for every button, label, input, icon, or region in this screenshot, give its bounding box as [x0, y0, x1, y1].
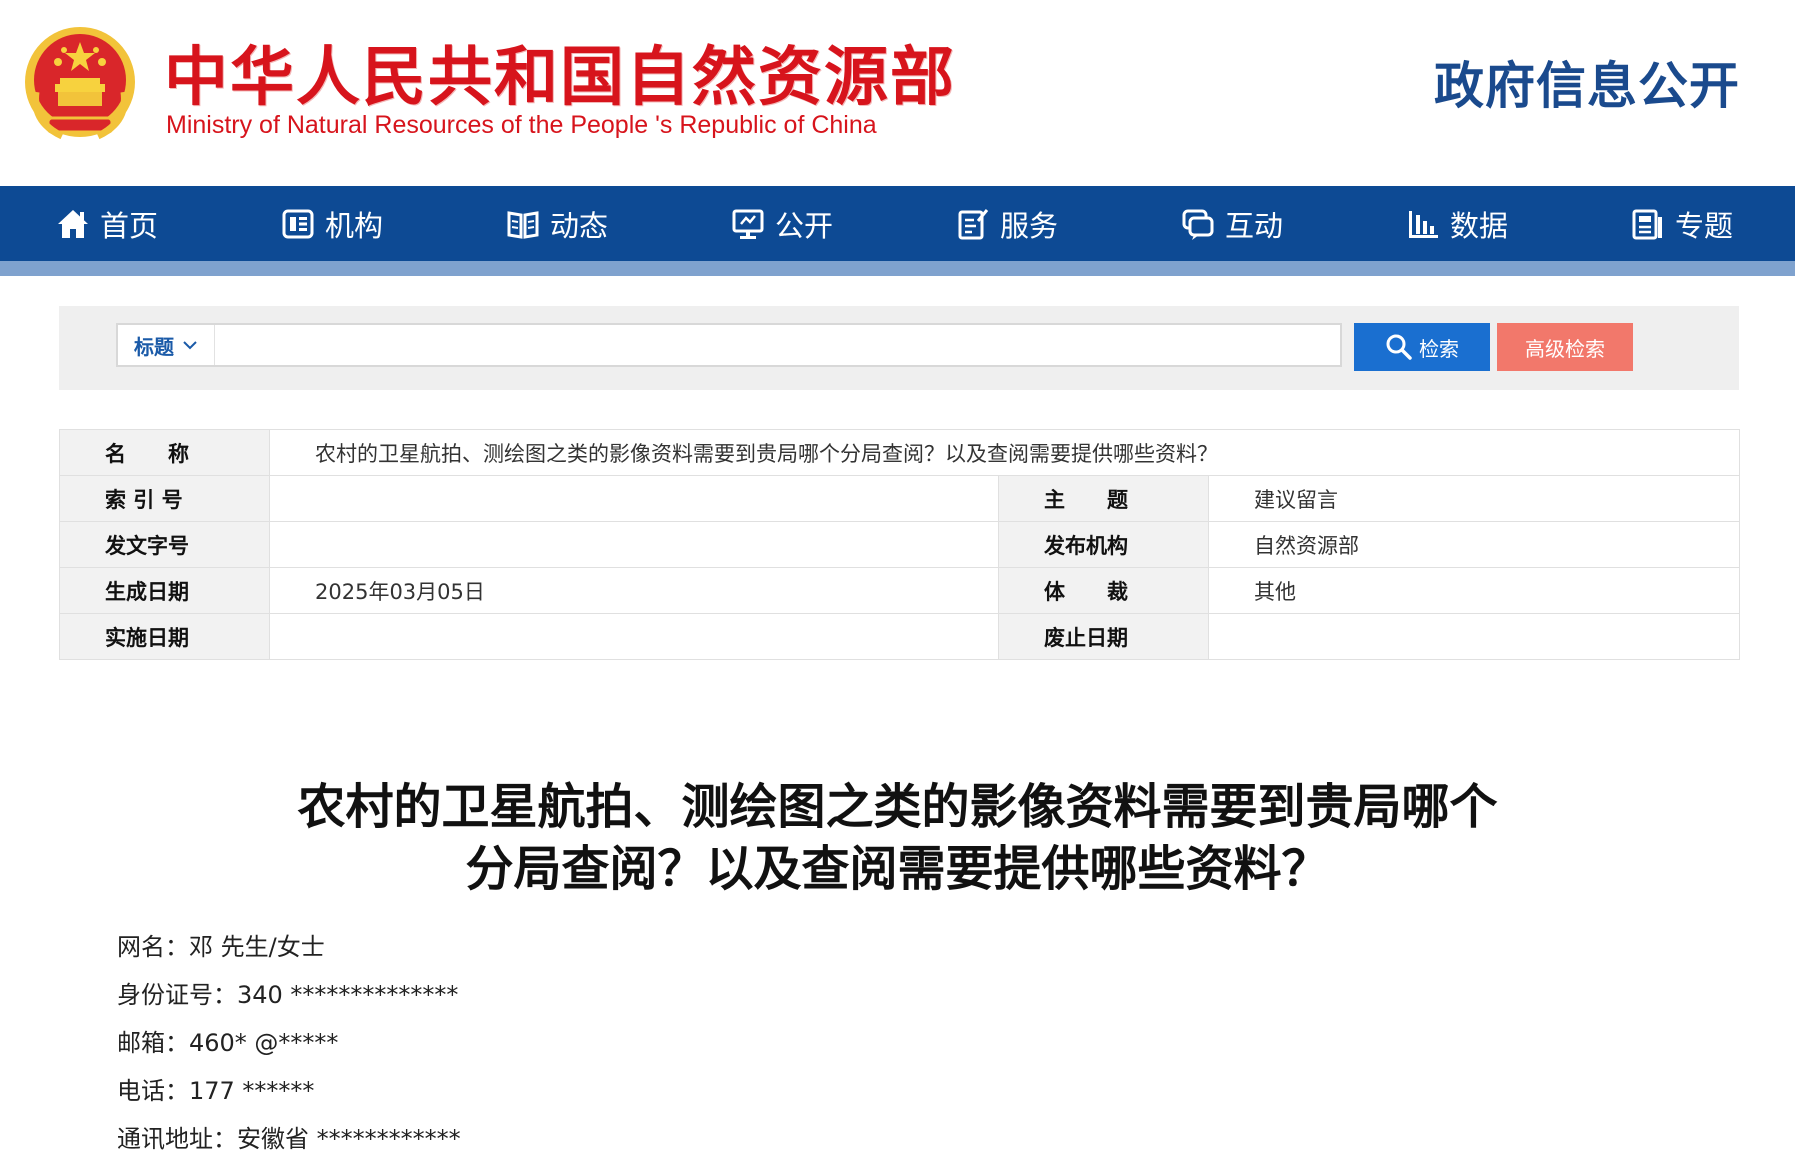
article-line-phone: 电话：177 ******: [117, 1077, 315, 1105]
meta-label-name: 名 称: [59, 429, 270, 476]
national-emblem-icon: [25, 27, 135, 140]
meta-label-topic: 主 题: [998, 475, 1209, 522]
nav-item-service[interactable]: 服务: [956, 186, 1058, 261]
site-header: 中华人民共和国自然资源部 Ministry of Natural Resourc…: [0, 0, 1795, 186]
meta-label-expire: 废止日期: [998, 613, 1209, 660]
nav-item-label: 专题: [1675, 208, 1734, 243]
article-title-line: 分局查阅？以及查阅需要提供哪些资料？: [465, 841, 1330, 897]
gov-info-open-title[interactable]: 政府信息公开: [1434, 46, 1740, 118]
article-line-nickname: 网名：邓 先生/女士: [117, 933, 325, 961]
bar-chart-icon: [1409, 210, 1438, 238]
meta-value-topic: 建议留言: [1207, 475, 1741, 522]
meta-label-index: 索 引 号: [59, 475, 270, 522]
meta-label-genre: 体 裁: [998, 567, 1209, 614]
home-icon: [58, 209, 88, 238]
meta-value-expire: [1207, 613, 1741, 660]
meta-value-effective: [269, 613, 999, 660]
meta-value-docno: [269, 521, 999, 568]
table-row: 发文字号 发布机构 自然资源部: [59, 521, 1741, 568]
meta-value-name: 农村的卫星航拍、测绘图之类的影像资料需要到贵局哪个分局查阅？以及查阅需要提供哪些…: [268, 429, 1741, 476]
meta-value-index: [269, 475, 999, 522]
search-box: 标题: [116, 323, 1342, 367]
nav-item-label: 动态: [550, 208, 609, 243]
chevron-down-icon: [183, 341, 197, 350]
nav-bottom-strip: [0, 261, 1795, 276]
nav-item-label: 首页: [100, 208, 159, 243]
nav-item-label: 公开: [775, 208, 834, 243]
meta-value-genre: 其他: [1207, 567, 1741, 614]
article-title-line: 农村的卫星航拍、测绘图之类的影像资料需要到贵局哪个: [297, 779, 1498, 835]
nav-item-interaction[interactable]: 互动: [1181, 186, 1283, 261]
article-body: 网名：邓 先生/女士 身份证号：340 ************** 邮箱：46…: [117, 930, 461, 1170]
article-line-email: 邮箱：460* @*****: [117, 1029, 339, 1057]
book-icon: [507, 210, 539, 239]
search-button[interactable]: 检索: [1354, 323, 1490, 371]
table-row: 生成日期 2025年03月05日 体 裁 其他: [59, 567, 1741, 614]
article-line-id-number: 身份证号：340 **************: [117, 981, 459, 1009]
search-button-label: 检索: [1419, 336, 1459, 361]
nav-item-topics[interactable]: 专题: [1631, 186, 1733, 261]
search-icon: [1386, 334, 1412, 360]
main-nav: 首页 机构 动态 公开 服务 互动 数据 专题: [0, 186, 1795, 261]
site-title-en: Ministry of Natural Resources of the Peo…: [166, 111, 877, 139]
nav-item-label: 服务: [1000, 208, 1059, 243]
nav-item-organization[interactable]: 机构: [281, 186, 383, 261]
table-row: 名 称 农村的卫星航拍、测绘图之类的影像资料需要到贵局哪个分局查阅？以及查阅需要…: [59, 429, 1741, 476]
meta-label-created: 生成日期: [59, 567, 270, 614]
nav-item-label: 机构: [325, 208, 384, 243]
article-title: 农村的卫星航拍、测绘图之类的影像资料需要到贵局哪个 分局查阅？以及查阅需要提供哪…: [250, 776, 1545, 900]
meta-label-docno: 发文字号: [59, 521, 270, 568]
monitor-icon: [732, 209, 764, 239]
edit-document-icon: [958, 208, 989, 239]
search-input[interactable]: [216, 325, 1336, 365]
article-line-address: 通讯地址：安徽省 ************: [117, 1125, 461, 1153]
document-meta-table: 名 称 农村的卫星航拍、测绘图之类的影像资料需要到贵局哪个分局查阅？以及查阅需要…: [59, 429, 1741, 660]
meta-label-issuer: 发布机构: [998, 521, 1209, 568]
search-area: 标题 检索 高级检索: [59, 306, 1739, 390]
nav-item-data[interactable]: 数据: [1406, 186, 1508, 261]
table-row: 索 引 号 主 题 建议留言: [59, 475, 1741, 522]
advanced-search-button[interactable]: 高级检索: [1497, 323, 1633, 371]
organization-icon: [282, 209, 314, 238]
nav-item-label: 数据: [1450, 208, 1509, 243]
search-field-select[interactable]: 标题: [118, 325, 215, 365]
advanced-search-label: 高级检索: [1525, 336, 1605, 361]
table-row: 实施日期 废止日期: [59, 613, 1741, 660]
nav-item-label: 互动: [1225, 208, 1284, 243]
meta-label-effective: 实施日期: [59, 613, 270, 660]
newspaper-icon: [1632, 209, 1662, 239]
search-field-label: 标题: [134, 334, 174, 359]
site-title-cn: 中华人民共和国自然资源部: [164, 41, 956, 115]
nav-item-home[interactable]: 首页: [56, 186, 158, 261]
meta-value-issuer: 自然资源部: [1207, 521, 1741, 568]
nav-item-news[interactable]: 动态: [506, 186, 608, 261]
meta-value-created: 2025年03月05日: [269, 567, 999, 614]
chat-icon: [1182, 209, 1214, 240]
nav-item-public[interactable]: 公开: [731, 186, 833, 261]
